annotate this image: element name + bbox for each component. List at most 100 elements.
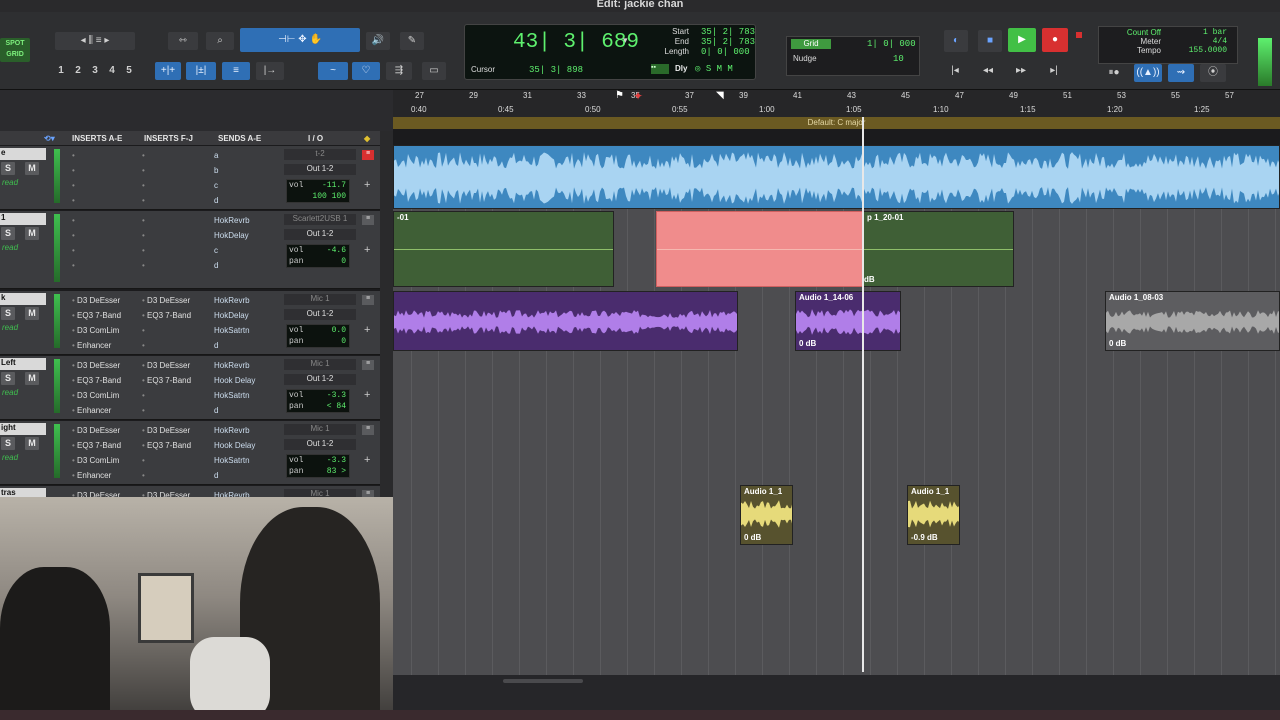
insert-slot-fj[interactable]: •	[142, 391, 145, 400]
fast-forward-button[interactable]: ▸▸	[1010, 62, 1032, 80]
insert-slot[interactable]: • Enhancer	[72, 406, 111, 415]
pan-value[interactable]: 83 >	[327, 467, 346, 476]
track-row[interactable]: e S Mread • • • • • • • • a b c d t-2 Out 1-2 vo…	[0, 146, 380, 210]
send-slot[interactable]: d	[214, 261, 218, 270]
send-slot[interactable]: d	[214, 196, 218, 205]
zoomer-tool-icon[interactable]: ⇿	[168, 32, 198, 50]
insert-slot[interactable]: • D3 DeEsser	[72, 361, 120, 370]
link-timeline-button[interactable]: +|+	[155, 62, 181, 80]
insert-slot-fj[interactable]: •	[142, 471, 145, 480]
pencil-icon[interactable]: ✎	[400, 32, 424, 50]
goto-end-button[interactable]: ▸|	[1043, 62, 1065, 80]
rtz-button[interactable]: |◂	[944, 62, 966, 80]
tempo-value[interactable]: 155.0000	[1181, 46, 1227, 55]
minsec-ruler[interactable]: 0:40 0:45 0:50 0:55 1:00 1:05 1:10 1:15 1:20 1:25	[393, 104, 1280, 116]
delay-comp-label[interactable]: Dly	[675, 64, 687, 73]
nudge-value[interactable]: 10	[893, 54, 904, 64]
grid-label[interactable]: Grid	[791, 39, 831, 49]
main-counter[interactable]: 43| 3| 689	[513, 31, 639, 54]
track-row[interactable]: ight S Mread • D3 DeEsser • EQ3 7-Band • D3 C…	[0, 421, 380, 485]
send-slot[interactable]: c	[214, 246, 218, 255]
zoom-preset-2[interactable]: 2	[72, 62, 84, 80]
send-slot[interactable]: b	[214, 166, 218, 175]
insert-slot[interactable]: • D3 DeEsser	[72, 296, 120, 305]
edit-mode-selector[interactable]: SPOT GRID	[0, 38, 30, 62]
insert-slot[interactable]: •	[72, 231, 75, 240]
zoom-preset-1[interactable]: 1	[55, 62, 67, 80]
send-slot[interactable]: HokRevrb	[214, 296, 250, 305]
playhead-marker-icon[interactable]: ✦	[633, 89, 643, 103]
add-insert-icon[interactable]: +	[364, 389, 370, 401]
output-selector[interactable]: Out 1-2	[284, 229, 356, 240]
automation-mode[interactable]: read	[2, 178, 18, 187]
output-selector[interactable]: Out 1-2	[284, 374, 356, 385]
send-slot[interactable]: d	[214, 341, 218, 350]
insert-slot[interactable]: • D3 DeEsser	[72, 426, 120, 435]
mute-button[interactable]: M	[25, 372, 39, 385]
record-button[interactable]: ●	[1042, 28, 1068, 52]
volume-pan-display[interactable]: vol -3.3 pan 83 >	[286, 454, 350, 478]
io-menu-icon[interactable]: ≡	[362, 215, 374, 225]
insert-slot[interactable]: •	[72, 181, 75, 190]
volume-pan-display[interactable]: vol 0.0 pan 0	[286, 324, 350, 348]
selection-end-marker[interactable]: ◥	[716, 90, 724, 101]
keyboard-focus-button[interactable]: ▭	[422, 62, 446, 80]
track-name[interactable]: 1	[0, 213, 46, 225]
send-slot[interactable]: d	[214, 406, 218, 415]
insert-slot-fj[interactable]: • EQ3 7-Band	[142, 441, 191, 450]
insert-slot[interactable]: • EQ3 7-Band	[72, 376, 121, 385]
input-selector[interactable]: Mic 1	[284, 424, 356, 435]
wait-for-note-button[interactable]: ((▲))	[1134, 64, 1162, 82]
add-insert-icon[interactable]: +	[364, 244, 370, 256]
volume-pan-display[interactable]: vol -4.6 pan 0	[286, 244, 350, 268]
send-slot[interactable]: Hook Delay	[214, 376, 255, 385]
insert-slot-fj[interactable]: •	[142, 326, 145, 335]
mirror-midi-button[interactable]: ~	[318, 62, 348, 80]
play-button[interactable]: ▶	[1008, 28, 1036, 52]
count-off-bars[interactable]: 1 bar	[1181, 28, 1227, 37]
loop-icon[interactable]: ◐	[944, 30, 968, 52]
volume-value[interactable]: -3.3	[327, 391, 346, 400]
magnify-icon[interactable]: ⌕	[206, 32, 234, 50]
insert-slot-fj[interactable]: •	[142, 231, 145, 240]
add-insert-icon[interactable]: +	[364, 324, 370, 336]
output-selector[interactable]: Out 1-2	[284, 439, 356, 450]
volume-pan-display[interactable]: vol -11.7 100 100	[286, 179, 350, 203]
solo-button[interactable]: S	[1, 227, 15, 240]
automation-mode[interactable]: read	[2, 243, 18, 252]
input-selector[interactable]: Scarlett2USB 1	[284, 214, 356, 225]
insert-slot[interactable]: •	[72, 216, 75, 225]
count-off-label[interactable]: Count Off	[1109, 28, 1161, 37]
pan-value[interactable]: 100 100	[312, 192, 346, 201]
column-selector-icon[interactable]: ⟲▾	[44, 134, 55, 143]
send-slot[interactable]: HokDelay	[214, 231, 249, 240]
send-slot[interactable]: HokSatrtn	[214, 456, 250, 465]
insert-slot-fj[interactable]: • EQ3 7-Band	[142, 376, 191, 385]
insert-slot[interactable]: • Enhancer	[72, 471, 111, 480]
insert-slot-fj[interactable]: • EQ3 7-Band	[142, 311, 191, 320]
send-slot[interactable]: HokRevrb	[214, 426, 250, 435]
insert-slot-fj[interactable]: •	[142, 151, 145, 160]
insert-slot[interactable]: • D3 ComLim	[72, 456, 119, 465]
send-slot[interactable]: Hook Delay	[214, 441, 255, 450]
send-slot[interactable]: HokRevrb	[214, 216, 250, 225]
insert-slot-fj[interactable]: • D3 DeEsser	[142, 361, 190, 370]
insert-slot-fj[interactable]: •	[142, 216, 145, 225]
zoom-preset-3[interactable]: 3	[89, 62, 101, 80]
insert-slot-fj[interactable]: • D3 DeEsser	[142, 426, 190, 435]
insert-slot[interactable]: •	[72, 166, 75, 175]
auto-fade-button[interactable]: ♡	[352, 62, 380, 80]
audio-clip-track6-b[interactable]: Audio 1_1 -0.9 dB	[907, 485, 960, 545]
link-track-button[interactable]: |±|	[186, 62, 216, 80]
zoom-preset-5[interactable]: 5	[123, 62, 135, 80]
bar-ruler[interactable]: 27 29 31 33 35 37 39 41 43 45 47 49 51 53 55 57	[393, 90, 1280, 102]
output-selector[interactable]: Out 1-2	[284, 164, 356, 175]
start-value[interactable]: 35| 2| 783	[701, 27, 755, 37]
mute-button[interactable]: M	[25, 437, 39, 450]
insert-slot[interactable]: • EQ3 7-Band	[72, 311, 121, 320]
solo-button[interactable]: S	[1, 437, 15, 450]
input-selector[interactable]: t-2	[284, 149, 356, 160]
insert-slot-fj[interactable]: •	[142, 406, 145, 415]
mute-button[interactable]: M	[25, 227, 39, 240]
insert-slot[interactable]: • D3 ComLim	[72, 391, 119, 400]
